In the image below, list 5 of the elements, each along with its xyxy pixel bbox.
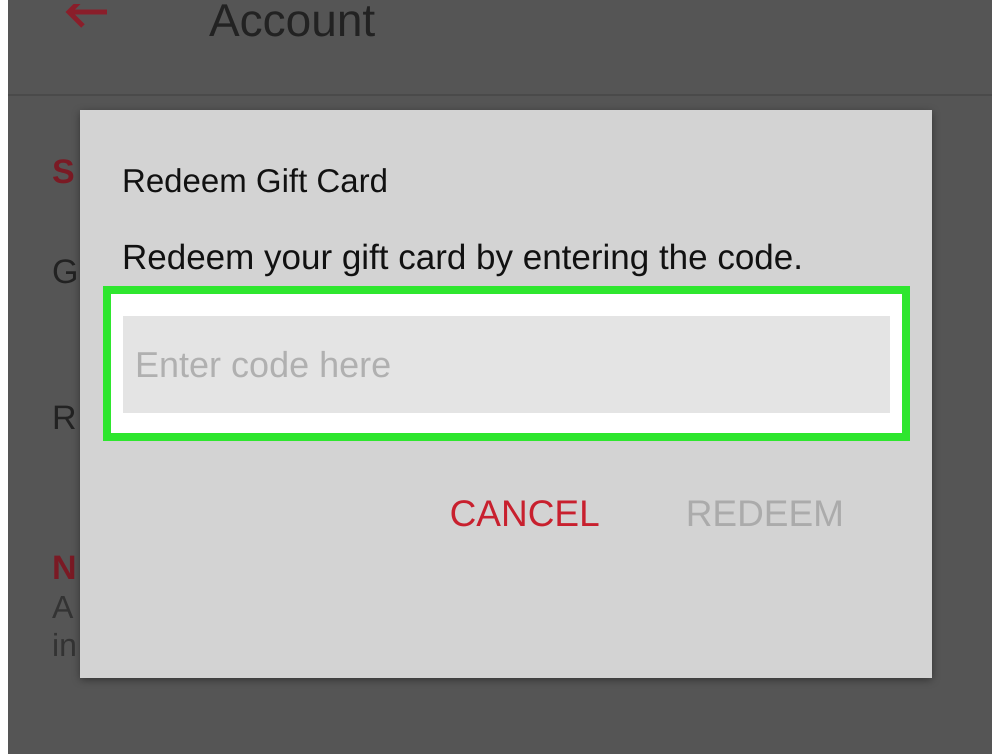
- dialog-button[interactable]: CANCEL: [442, 489, 608, 539]
- dialog-title: Redeem Gift Card: [121, 162, 389, 200]
- settings-text: S: [52, 152, 75, 192]
- settings-text: N: [52, 548, 77, 588]
- dialog-message: Redeem your gift card by entering the code.: [121, 237, 804, 279]
